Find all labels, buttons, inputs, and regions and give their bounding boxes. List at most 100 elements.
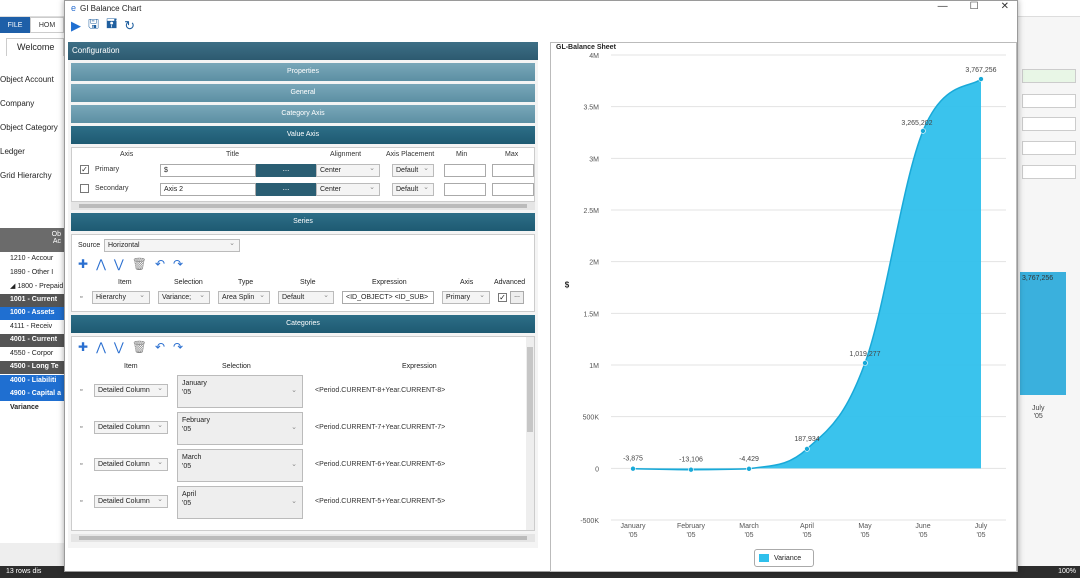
primary-title-input[interactable]: $ <box>160 164 256 177</box>
chart-panel: GL-Balance Sheet -500K 0 500K 1M 1.5M 2M 2.5M 3… <box>550 42 1017 572</box>
primary-placement-select[interactable]: Default <box>392 164 434 177</box>
row-handle[interactable]: ▫ <box>80 424 82 431</box>
category-selection-select[interactable]: February '05 <box>177 412 303 445</box>
undo-icon[interactable]: ↶ <box>155 257 165 271</box>
category-selection-select[interactable]: March '05 <box>177 449 303 482</box>
secondary-title-button[interactable]: ... <box>256 183 316 196</box>
category-item-select[interactable]: Detailed Column <box>94 421 168 434</box>
add-icon[interactable]: ✚ <box>78 257 88 271</box>
move-down-icon[interactable]: ⋁ <box>114 340 124 354</box>
row-handle[interactable]: ▫ <box>80 294 82 301</box>
refresh-icon[interactable]: ↻ <box>124 18 135 34</box>
grid-row[interactable]: 4111 - Receiv <box>0 321 64 334</box>
grid-row[interactable]: 4900 - Capital a <box>0 388 64 401</box>
x-tick-label: May <box>858 523 872 530</box>
category-expression[interactable]: <Period.CURRENT-5+Year.CURRENT-5> <box>315 498 445 505</box>
secondary-max-input[interactable] <box>492 183 534 196</box>
chart-svg: -500K 0 500K 1M 1.5M 2M 2.5M 3M 3.5M 4M $ -3,875 -13… <box>565 53 1006 539</box>
series-selection-select[interactable]: Variance; <box>158 291 210 304</box>
row-handle[interactable]: ▫ <box>80 461 82 468</box>
data-point <box>920 128 926 134</box>
delete-icon[interactable]: 🗑 <box>132 257 147 271</box>
category-selection-select[interactable]: April '05 <box>177 486 303 519</box>
category-row: ▫ Detailed Column March '05 <Period.CURRENT… <box>72 447 530 484</box>
grid-row[interactable]: 4001 - Current <box>0 334 64 347</box>
secondary-min-input[interactable] <box>444 183 486 196</box>
welcome-tab[interactable]: Welcome <box>6 38 64 56</box>
primary-min-input[interactable] <box>444 164 486 177</box>
section-value-axis[interactable]: Value Axis <box>71 126 535 144</box>
data-label: 3,767,256 <box>965 67 996 74</box>
category-item-select[interactable]: Detailed Column <box>94 384 168 397</box>
data-label: 187,934 <box>794 436 819 443</box>
primary-alignment-select[interactable]: Center <box>316 164 380 177</box>
series-advanced-checkbox[interactable]: ✓ <box>498 293 507 302</box>
close-button[interactable]: ✕ <box>1001 1 1009 12</box>
add-icon[interactable]: ✚ <box>78 340 88 354</box>
grid-row[interactable]: 1890 - Other I <box>0 267 64 280</box>
section-general[interactable]: General <box>71 84 535 102</box>
horizontal-scrollbar[interactable] <box>71 202 535 210</box>
move-up-icon[interactable]: ⋀ <box>96 340 106 354</box>
save-as-icon[interactable]: 🖬 <box>106 15 117 37</box>
series-style-select[interactable]: Default <box>278 291 334 304</box>
y-tick-label: 500K <box>583 415 600 422</box>
series-panel: Source Horizontal ✚ ⋀ ⋁ 🗑 ↶ ↷ Item Selec… <box>71 234 535 312</box>
category-item-select[interactable]: Detailed Column <box>94 458 168 471</box>
maximize-button[interactable]: ☐ <box>970 1 979 12</box>
chart-legend[interactable]: Variance <box>754 549 814 567</box>
category-expression[interactable]: <Period.CURRENT-6+Year.CURRENT-6> <box>315 461 445 468</box>
category-item-select[interactable]: Detailed Column <box>94 495 168 508</box>
series-advanced-button[interactable]: ... <box>510 291 524 304</box>
bottom-scrollbar[interactable] <box>71 534 535 542</box>
section-series[interactable]: Series <box>71 213 535 231</box>
categories-scrollbar[interactable] <box>526 337 534 530</box>
file-tab[interactable]: FILE <box>0 17 30 33</box>
secondary-checkbox[interactable] <box>80 184 89 193</box>
series-axis-select[interactable]: Primary <box>442 291 490 304</box>
secondary-title-input[interactable]: Axis 2 <box>160 183 256 196</box>
section-properties[interactable]: Properties <box>71 63 535 81</box>
primary-title-button[interactable]: ... <box>256 164 316 177</box>
grid-row[interactable]: 4550 - Corpor <box>0 348 64 361</box>
minimize-button[interactable]: — <box>938 1 948 12</box>
source-select[interactable]: Horizontal <box>104 239 240 252</box>
redo-icon[interactable]: ↷ <box>173 340 183 354</box>
undo-icon[interactable]: ↶ <box>155 340 165 354</box>
move-up-icon[interactable]: ⋀ <box>96 257 106 271</box>
home-tab[interactable]: HOM <box>30 17 64 33</box>
section-category-axis[interactable]: Category Axis <box>71 105 535 123</box>
row-handle[interactable]: ▫ <box>80 387 82 394</box>
series-expression-input[interactable]: <ID_OBJECT> <ID_SUB> <box>342 291 434 304</box>
run-icon[interactable]: ▶ <box>71 18 81 34</box>
secondary-alignment-select[interactable]: Center <box>316 183 380 196</box>
series-item-select[interactable]: Hierarchy <box>92 291 150 304</box>
secondary-placement-select[interactable]: Default <box>392 183 434 196</box>
x-tick-label: '05 <box>628 532 637 539</box>
grid-row[interactable]: 1001 - Current <box>0 293 64 307</box>
category-expression[interactable]: <Period.CURRENT-8+Year.CURRENT-8> <box>315 387 445 394</box>
move-down-icon[interactable]: ⋁ <box>114 257 124 271</box>
redo-icon[interactable]: ↷ <box>173 257 183 271</box>
primary-max-input[interactable] <box>492 164 534 177</box>
grid-row[interactable]: Variance <box>0 402 64 415</box>
delete-icon[interactable]: 🗑 <box>132 340 147 354</box>
row-handle[interactable]: ▫ <box>80 498 82 505</box>
series-col-axis: Axis <box>460 279 474 286</box>
category-expression[interactable]: <Period.CURRENT-7+Year.CURRENT-7> <box>315 424 445 431</box>
category-selection-select[interactable]: January '05 <box>177 375 303 408</box>
save-icon[interactable]: 🖫 <box>88 15 99 37</box>
primary-checkbox[interactable]: ✓ <box>80 165 89 174</box>
grid-row[interactable]: 4500 - Long Te <box>0 361 64 374</box>
series-type-select[interactable]: Area Splin <box>218 291 270 304</box>
x-tick-label: June <box>915 523 930 530</box>
series-col-expression: Expression <box>372 279 407 286</box>
y-tick-label: 3.5M <box>583 105 599 112</box>
grid-row[interactable]: 1210 - Accour <box>0 253 64 266</box>
grid-row[interactable]: 1000 - Assets <box>0 307 64 320</box>
grid-row[interactable]: 4000 - Liabiliti <box>0 374 64 388</box>
grid-row[interactable]: ◢ 1800 - Prepaid S <box>0 280 64 293</box>
section-categories[interactable]: Categories <box>71 315 535 333</box>
background-input <box>1022 165 1076 179</box>
zoom-level: 100% <box>1058 568 1076 575</box>
